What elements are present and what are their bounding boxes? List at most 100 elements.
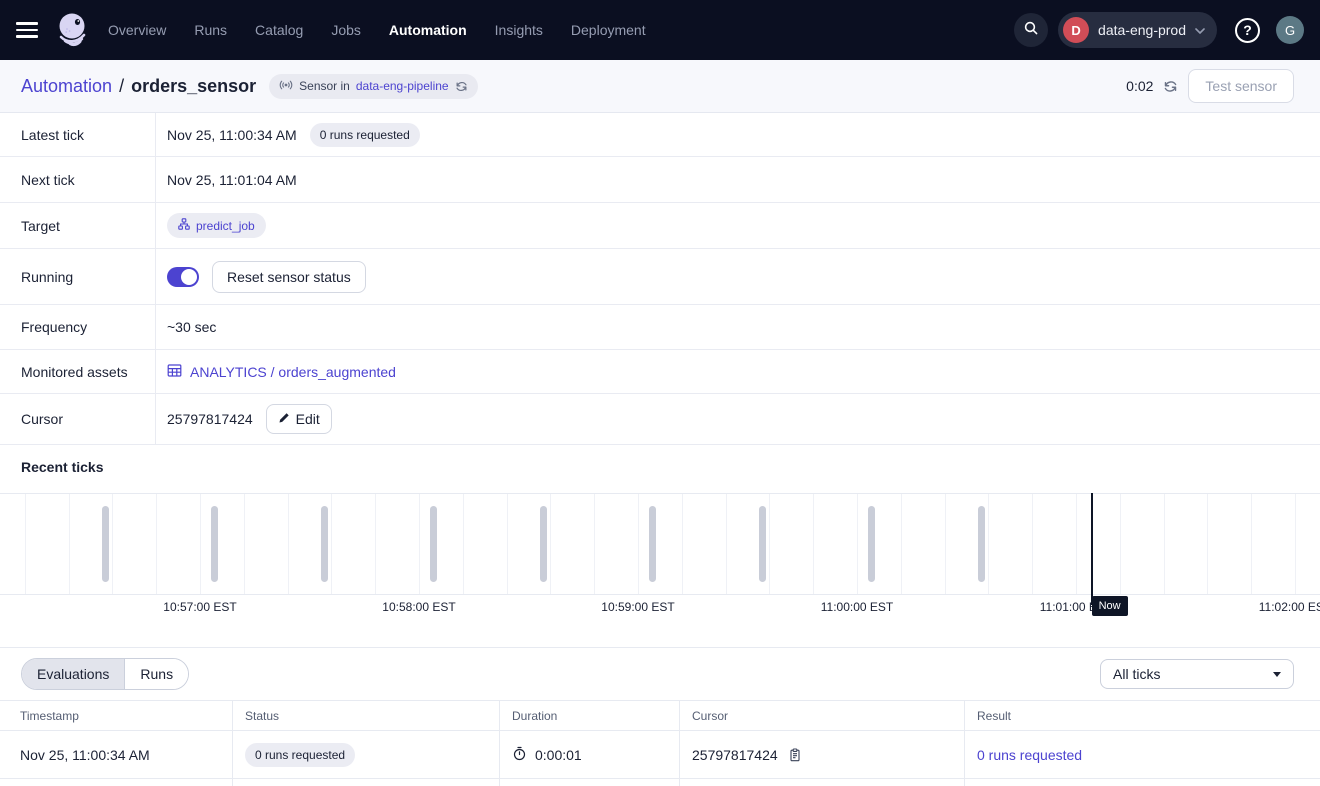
asset-table-icon bbox=[167, 363, 182, 381]
top-nav: Overview Runs Catalog Jobs Automation Insight… bbox=[0, 0, 1320, 60]
nav-item-overview[interactable]: Overview bbox=[108, 22, 166, 38]
nav-item-jobs[interactable]: Jobs bbox=[331, 22, 361, 38]
chart-gridline bbox=[988, 494, 989, 594]
axis-label: 10:57:00 EST bbox=[140, 600, 260, 614]
tick-duration: 0:00:01 bbox=[535, 747, 582, 763]
nav-item-insights[interactable]: Insights bbox=[495, 22, 543, 38]
deployment-switcher[interactable]: D data-eng-prod bbox=[1058, 12, 1217, 48]
nav-item-automation[interactable]: Automation bbox=[389, 22, 467, 38]
tick-cursor: 25797817424 bbox=[692, 747, 778, 763]
tick-bar[interactable] bbox=[759, 506, 766, 582]
tick-bar[interactable] bbox=[978, 506, 985, 582]
chart-gridline bbox=[375, 494, 376, 594]
chart-gridline bbox=[244, 494, 245, 594]
chart-gridline bbox=[156, 494, 157, 594]
edit-button-label: Edit bbox=[296, 411, 320, 427]
evaluations-runs-tabs: Evaluations Runs bbox=[21, 658, 189, 690]
chart-gridline bbox=[507, 494, 508, 594]
deployment-initial-badge: D bbox=[1063, 17, 1089, 43]
breadcrumb-separator: / bbox=[119, 76, 124, 97]
breadcrumb-automation-link[interactable]: Automation bbox=[21, 76, 112, 97]
hamburger-menu-icon[interactable] bbox=[16, 16, 44, 44]
nav-items: Overview Runs Catalog Jobs Automation Insight… bbox=[108, 22, 674, 38]
tick-bar[interactable] bbox=[211, 506, 218, 582]
chart-gridline bbox=[945, 494, 946, 594]
tick-bar[interactable] bbox=[540, 506, 547, 582]
detail-label: Running bbox=[0, 249, 156, 304]
chart-gridline bbox=[69, 494, 70, 594]
tick-filter-select[interactable]: All ticks bbox=[1100, 659, 1294, 689]
dagster-logo[interactable] bbox=[54, 11, 92, 49]
axis-label: 11:00:00 EST bbox=[797, 600, 917, 614]
tick-result-link[interactable]: 0 runs requested bbox=[977, 747, 1082, 763]
tick-bar[interactable] bbox=[430, 506, 437, 582]
chart-gridline bbox=[463, 494, 464, 594]
copy-cursor-icon[interactable] bbox=[788, 748, 802, 762]
latest-tick-status-pill: 0 runs requested bbox=[310, 123, 420, 147]
detail-label: Latest tick bbox=[0, 113, 156, 156]
tab-evaluations[interactable]: Evaluations bbox=[22, 659, 125, 689]
tick-bar[interactable] bbox=[102, 506, 109, 582]
sensor-badge-prefix: Sensor in bbox=[299, 79, 350, 93]
chart-gridline bbox=[813, 494, 814, 594]
chart-gridline bbox=[726, 494, 727, 594]
reset-sensor-status-button[interactable]: Reset sensor status bbox=[212, 261, 366, 293]
detail-label: Monitored assets bbox=[0, 350, 156, 393]
recent-ticks-chart: 10:57:00 EST10:58:00 EST10:59:00 EST11:0… bbox=[0, 493, 1320, 620]
monitored-asset-name: ANALYTICS / orders_augmented bbox=[190, 364, 396, 380]
test-sensor-button[interactable]: Test sensor bbox=[1188, 69, 1294, 103]
refresh-icon[interactable] bbox=[1163, 79, 1178, 94]
cell-cursor: 25797817424 bbox=[680, 731, 965, 779]
table-filler bbox=[500, 779, 680, 786]
tick-bar[interactable] bbox=[321, 506, 328, 582]
search-icon bbox=[1023, 20, 1039, 41]
chart-gridline bbox=[1120, 494, 1121, 594]
next-tick-value: Nov 25, 11:01:04 AM bbox=[167, 172, 297, 188]
detail-row-latest-tick: Latest tick Nov 25, 11:00:34 AM 0 runs r… bbox=[0, 113, 1320, 157]
chart-gridline bbox=[112, 494, 113, 594]
detail-label: Next tick bbox=[0, 157, 156, 202]
help-icon[interactable]: ? bbox=[1235, 18, 1260, 43]
monitored-asset-link[interactable]: ANALYTICS / orders_augmented bbox=[167, 363, 396, 381]
now-badge: Now bbox=[1092, 596, 1128, 616]
column-header-status: Status bbox=[233, 700, 500, 731]
detail-row-cursor: Cursor 25797817424 Edit bbox=[0, 394, 1320, 445]
nav-item-deployment[interactable]: Deployment bbox=[571, 22, 646, 38]
user-avatar[interactable]: G bbox=[1276, 16, 1304, 44]
detail-label: Target bbox=[0, 203, 156, 248]
tick-bar[interactable] bbox=[649, 506, 656, 582]
chart-gridline bbox=[682, 494, 683, 594]
edit-cursor-button[interactable]: Edit bbox=[266, 404, 332, 434]
cell-timestamp: Nov 25, 11:00:34 AM bbox=[0, 731, 233, 779]
table-filler bbox=[0, 779, 233, 786]
cell-status: 0 runs requested bbox=[233, 731, 500, 779]
tick-status-pill: 0 runs requested bbox=[245, 743, 355, 767]
table-filler bbox=[233, 779, 500, 786]
job-icon bbox=[178, 218, 190, 233]
code-location-link[interactable]: data-eng-pipeline bbox=[356, 79, 449, 93]
nav-item-runs[interactable]: Runs bbox=[194, 22, 227, 38]
evaluations-toolbar: Evaluations Runs All ticks bbox=[21, 658, 1294, 690]
chart-gridline bbox=[1251, 494, 1252, 594]
section-divider bbox=[0, 647, 1320, 648]
chart-gridline bbox=[1164, 494, 1165, 594]
cell-duration: 0:00:01 bbox=[500, 731, 680, 779]
tab-runs[interactable]: Runs bbox=[125, 659, 188, 689]
nav-right: D data-eng-prod ? G bbox=[1014, 12, 1304, 48]
tick-filter-value: All ticks bbox=[1113, 666, 1160, 682]
caret-down-icon bbox=[1273, 672, 1281, 677]
reload-location-icon[interactable] bbox=[455, 80, 468, 93]
nav-item-catalog[interactable]: Catalog bbox=[255, 22, 303, 38]
chart-gridline bbox=[1076, 494, 1077, 594]
detail-row-next-tick: Next tick Nov 25, 11:01:04 AM bbox=[0, 157, 1320, 203]
target-job-chip[interactable]: predict_job bbox=[167, 213, 266, 238]
running-toggle[interactable] bbox=[167, 267, 199, 287]
tick-bar[interactable] bbox=[868, 506, 875, 582]
sensor-type-badge: Sensor in data-eng-pipeline bbox=[269, 74, 477, 99]
column-header-duration: Duration bbox=[500, 700, 680, 731]
search-button[interactable] bbox=[1014, 13, 1048, 47]
detail-row-target: Target predict_job bbox=[0, 203, 1320, 249]
cursor-value: 25797817424 bbox=[167, 411, 253, 427]
detail-row-running: Running Reset sensor status bbox=[0, 249, 1320, 305]
chart-gridline bbox=[901, 494, 902, 594]
